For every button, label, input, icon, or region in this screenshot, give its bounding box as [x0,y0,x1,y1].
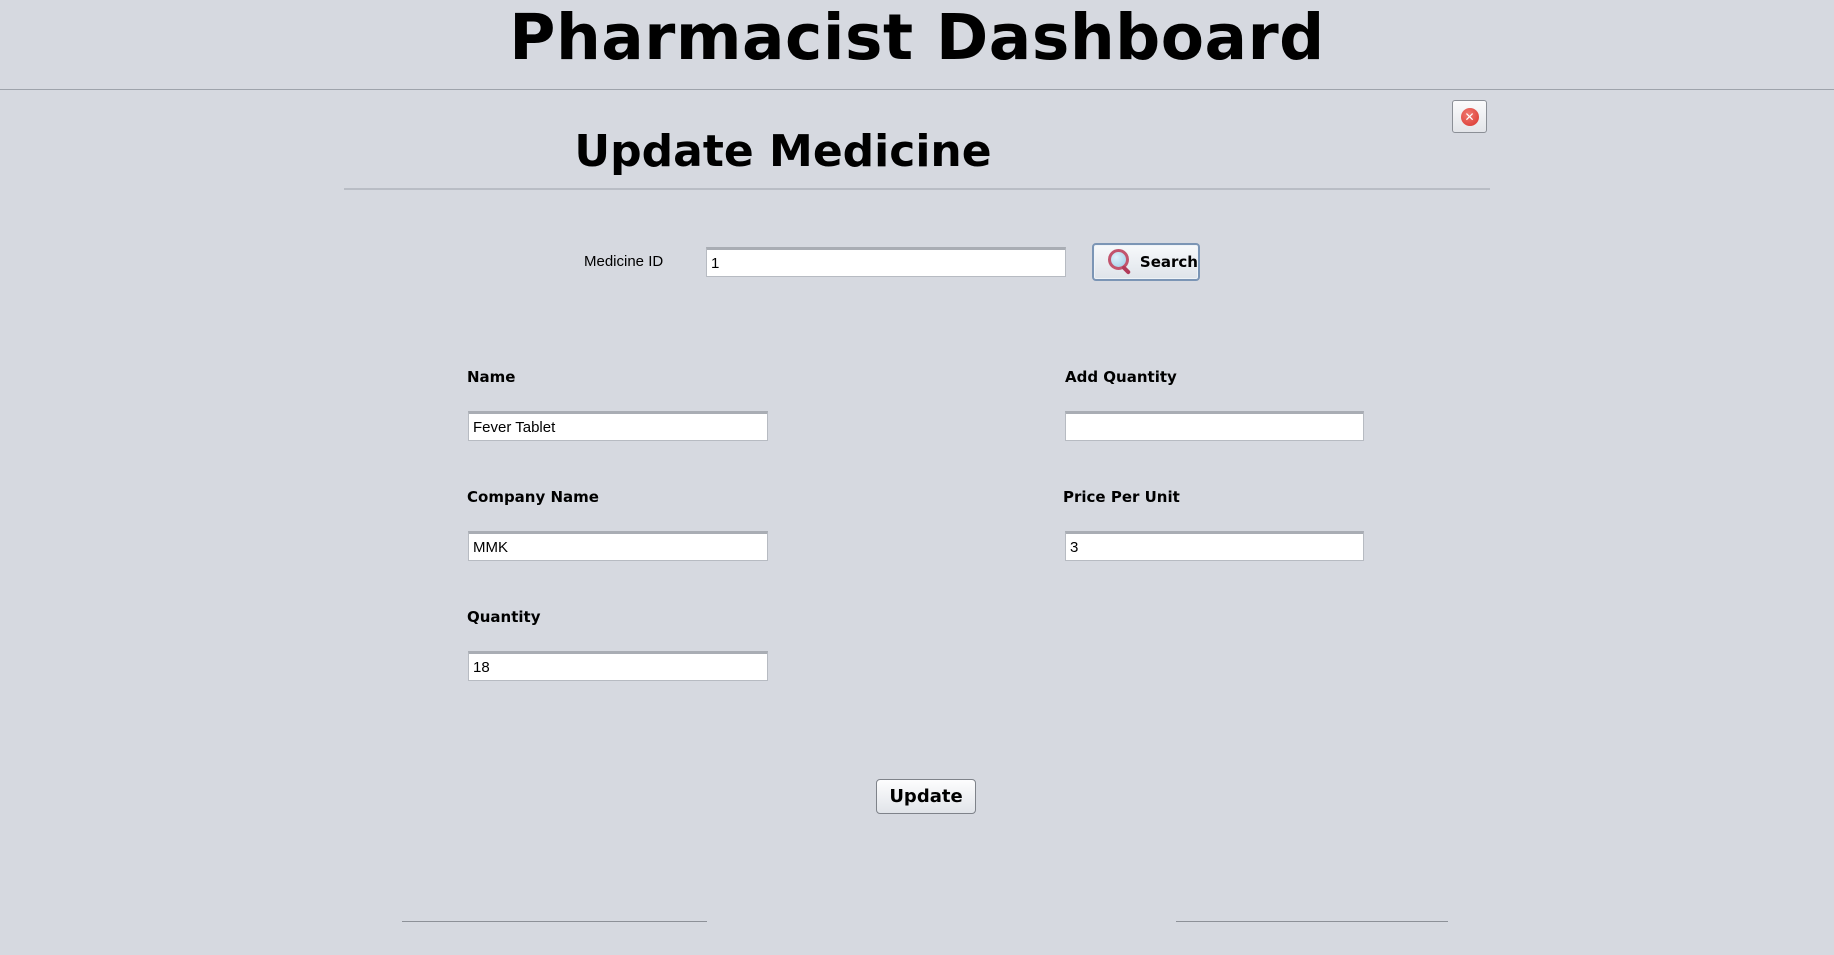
name-label: Name [467,368,516,386]
company-name-input[interactable] [468,531,768,561]
footer-divider-left [402,921,707,922]
price-per-unit-input[interactable] [1065,531,1364,561]
add-quantity-input[interactable] [1065,411,1364,441]
header-divider [0,89,1834,90]
quantity-label: Quantity [467,608,541,626]
search-button-label: Search [1139,253,1198,271]
medicine-id-label: Medicine ID [584,253,664,270]
panel-divider [344,188,1490,190]
dashboard-title: Pharmacist Dashboard [509,1,1325,74]
medicine-id-input[interactable] [706,247,1066,277]
search-icon [1108,249,1134,275]
company-name-label: Company Name [467,488,599,506]
footer-divider-right [1176,921,1448,922]
price-per-unit-label: Price Per Unit [1063,488,1180,506]
quantity-input[interactable] [468,651,768,681]
name-input[interactable] [468,411,768,441]
panel-title: Update Medicine [574,126,992,177]
update-button[interactable]: Update [876,779,976,814]
pharmacist-dashboard-window: Pharmacist Dashboard ✕ Update Medicine M… [0,0,1834,955]
search-button[interactable]: Search [1092,243,1200,281]
add-quantity-label: Add Quantity [1065,368,1177,386]
